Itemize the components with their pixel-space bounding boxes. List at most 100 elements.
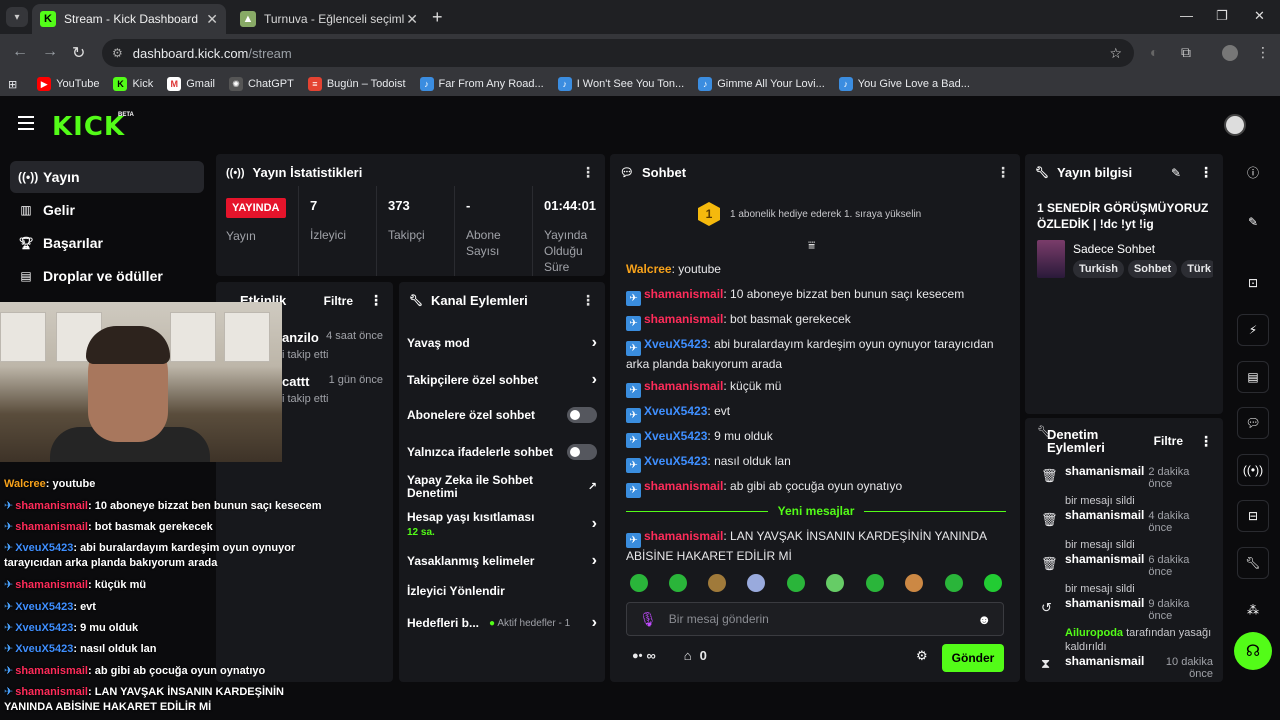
user-avatar[interactable] <box>1224 114 1246 136</box>
emote-icon[interactable] <box>905 574 923 592</box>
new-messages-divider[interactable]: Yeni mesajlar <box>626 504 1006 518</box>
chat-username[interactable]: Walcree <box>626 262 672 276</box>
activity-user[interactable]: anzilo <box>282 330 319 345</box>
bookmark-youtube[interactable]: ▶ YouTube <box>37 77 99 91</box>
menu-icon[interactable] <box>18 116 34 134</box>
kicks-icon[interactable]: ⁂ <box>1237 594 1269 626</box>
chat-username[interactable]: shamanismail <box>644 379 723 393</box>
bookmark-gmail[interactable]: M Gmail <box>167 77 215 91</box>
action-ai-moderation[interactable]: Yapay Zeka ile Sohbet Denetimi ↗ <box>407 474 597 500</box>
gift-box-icon[interactable]: ⌂ <box>684 648 692 663</box>
emote-icon[interactable] <box>866 574 884 592</box>
bookmark-todoist[interactable]: ≡ Bugün – Todoist <box>307 77 406 91</box>
wrench-icon[interactable]: 🔧︎ <box>1237 547 1269 579</box>
new-tab-icon[interactable]: + <box>432 7 443 28</box>
tag-chip[interactable]: Turkish <box>1073 260 1124 278</box>
category-name[interactable]: Sadece Sohbet <box>1073 242 1155 256</box>
emote-only-toggle[interactable] <box>567 444 597 460</box>
sidebar-item-droplar[interactable]: ▤ Droplar ve ödüller <box>10 260 204 292</box>
emote-icon[interactable] <box>945 574 963 592</box>
more-options-icon[interactable]: ⋮ <box>1199 164 1213 181</box>
extension-icon[interactable]: ◐ <box>1150 44 1158 60</box>
chat-username[interactable]: shamanismail <box>644 287 723 301</box>
chat-username[interactable]: XveuX5423 <box>644 454 707 468</box>
screenshot-icon[interactable]: ⊡ <box>1237 267 1269 299</box>
chat-icon[interactable]: 💬︎ <box>1237 407 1269 439</box>
reload-icon[interactable]: ↻ <box>72 43 85 63</box>
close-tab-icon[interactable]: ✕ <box>406 11 418 28</box>
more-options-icon[interactable]: ⋮ <box>1199 434 1213 448</box>
bookmark-song-1[interactable]: ♪ Far From Any Road... <box>419 77 544 91</box>
extensions-puzzle-icon[interactable]: ⧉ <box>1181 44 1191 61</box>
bookmark-song-2[interactable]: ♪ I Won't See You Ton... <box>557 77 684 91</box>
emote-icon[interactable] <box>708 574 726 592</box>
chat-username[interactable]: shamanismail <box>644 479 723 493</box>
sidebar-item-yayin[interactable]: ((•)) Yayın <box>10 161 204 193</box>
tab-search-icon[interactable]: ▾ <box>6 7 28 27</box>
emote-icon[interactable] <box>747 574 765 592</box>
info-icon[interactable]: ⓘ <box>1237 156 1269 188</box>
notes-icon[interactable]: ▤ <box>1237 361 1269 393</box>
subscribers-only-toggle[interactable] <box>567 407 597 423</box>
layout-icon[interactable]: ⊟ <box>1237 500 1269 532</box>
maximize-icon[interactable]: ❐ <box>1216 8 1228 24</box>
emote-icon[interactable] <box>826 574 844 592</box>
chat-username[interactable]: XveuX5423 <box>644 429 707 443</box>
emote-icon[interactable] <box>630 574 648 592</box>
sidebar-item-basarilar[interactable]: 🏆︎ Başarılar <box>10 227 204 259</box>
address-bar[interactable]: ⚙ dashboard.kick.com/stream ☆ <box>102 39 1134 67</box>
chat-username[interactable]: shamanismail <box>644 529 723 543</box>
pinned-collapse-icon[interactable]: ⩸ <box>808 238 815 253</box>
site-info-icon[interactable]: ⚙ <box>112 46 123 60</box>
mod-user[interactable]: shamanismail <box>1065 552 1144 566</box>
chat-username[interactable]: XveuX5423 <box>644 404 707 418</box>
mod-user[interactable]: shamanismail <box>1065 508 1144 522</box>
chat-username[interactable]: shamanismail <box>644 312 723 326</box>
forward-icon[interactable]: → <box>42 43 58 61</box>
more-options-icon[interactable]: ⋮ <box>581 164 595 181</box>
filter-button[interactable]: Filtre <box>1154 434 1183 448</box>
profile-avatar-icon[interactable] <box>1222 45 1238 61</box>
tag-chip[interactable]: Sohbet <box>1127 260 1178 278</box>
action-banned-words[interactable]: Yasaklanmış kelimeler › <box>407 552 597 570</box>
kicks-icon[interactable]: ●• <box>632 650 643 662</box>
action-followers-only[interactable]: Takipçilere özel sohbet › <box>407 371 597 389</box>
bookmark-kick[interactable]: K Kick <box>113 77 153 91</box>
back-icon[interactable]: ← <box>12 43 28 61</box>
category-thumbnail[interactable] <box>1037 240 1065 278</box>
bookmark-star-icon[interactable]: ☆ <box>1109 45 1122 62</box>
chat-input[interactable]: 🎙︎ Bir mesaj gönderin ☻ <box>626 602 1004 636</box>
edit-icon[interactable]: ✎ <box>1237 206 1269 238</box>
browser-menu-icon[interactable]: ⋮ <box>1256 44 1270 61</box>
chat-settings-icon[interactable]: ⚙ <box>916 648 928 664</box>
support-headset-icon[interactable]: ☊ <box>1234 632 1272 670</box>
browser-tab-turnuva[interactable]: ▲ Turnuva - Eğlenceli seçimler ya ✕ <box>232 4 426 34</box>
tag-chip[interactable]: Türk <box>1181 260 1213 278</box>
close-window-icon[interactable]: ✕ <box>1254 8 1265 24</box>
browser-tab-kick[interactable]: K Stream - Kick Dashboard ✕ <box>32 4 226 34</box>
mod-actor[interactable]: Ailuropoda <box>1065 627 1123 639</box>
emote-icon[interactable] <box>984 574 1002 592</box>
lightning-icon[interactable]: ⚡︎ <box>1237 314 1269 346</box>
action-account-age[interactable]: Hesap yaşı kısıtlaması 12 sa. › <box>407 510 597 538</box>
filter-button[interactable]: Filtre <box>324 294 353 308</box>
emoji-icon[interactable]: ☻ <box>977 612 991 627</box>
mod-user[interactable]: shamanismail <box>1065 654 1144 668</box>
more-options-icon[interactable]: ⋮ <box>996 164 1010 181</box>
bookmark-chatgpt[interactable]: ✺ ChatGPT <box>228 77 294 91</box>
apps-grid-icon[interactable]: ⊞ <box>8 78 17 91</box>
mod-user[interactable]: shamanismail <box>1065 596 1144 610</box>
minimize-icon[interactable]: — <box>1180 8 1193 23</box>
close-tab-icon[interactable]: ✕ <box>206 11 218 28</box>
more-options-icon[interactable]: ⋮ <box>369 292 383 309</box>
bookmark-song-4[interactable]: ♪ You Give Love a Bad... <box>838 77 970 91</box>
broadcast-icon[interactable]: ((•)) <box>1237 454 1269 486</box>
mod-user[interactable]: shamanismail <box>1065 464 1144 478</box>
bookmark-song-3[interactable]: ♪ Gimme All Your Lovi... <box>698 77 825 91</box>
microphone-icon[interactable]: 🎙︎ <box>639 611 657 628</box>
emote-icon[interactable] <box>787 574 805 592</box>
gift-leaderboard-banner[interactable]: 1 1 abonelik hediye ederek 1. sıraya yük… <box>698 202 921 226</box>
sidebar-item-gelir[interactable]: ▥ Gelir <box>10 194 204 226</box>
activity-user[interactable]: cattt <box>282 374 309 389</box>
action-slow-mode[interactable]: Yavaş mod › <box>407 334 597 352</box>
